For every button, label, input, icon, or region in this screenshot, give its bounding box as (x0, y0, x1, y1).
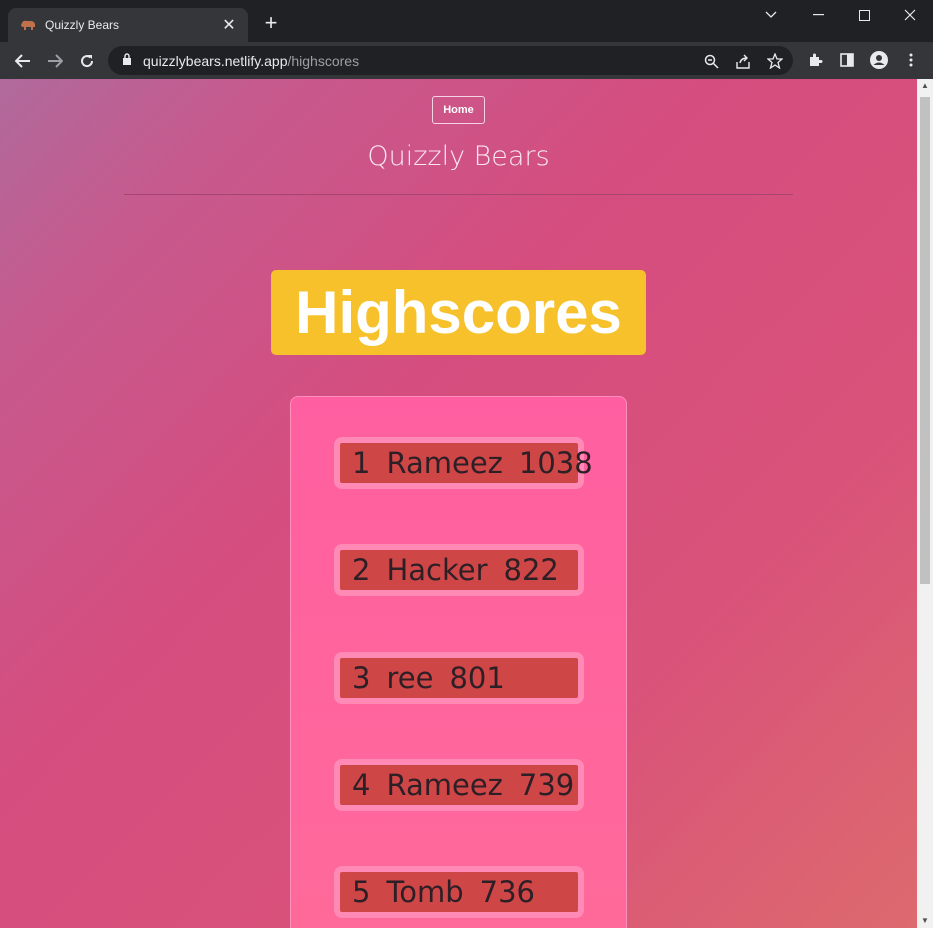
url-text[interactable]: quizzlybears.netlify.app/highscores (143, 53, 359, 69)
browser-toolbar: quizzlybears.netlify.app/highscores (0, 42, 933, 79)
score-name: Hacker (386, 553, 488, 587)
vertical-scrollbar[interactable]: ▲ ▼ (917, 79, 933, 928)
score-value: 736 (479, 875, 535, 909)
score-value: 739 (518, 768, 575, 802)
url-path: /highscores (287, 52, 360, 69)
close-window-icon[interactable] (887, 0, 933, 30)
scrollbar-thumb[interactable] (920, 97, 930, 584)
score-row: 2 Hacker 822 (334, 544, 584, 596)
score-name: Rameez (386, 446, 503, 480)
address-bar[interactable]: quizzlybears.netlify.app/highscores (108, 46, 793, 75)
score-rank: 4 (352, 768, 371, 802)
score-row: 4 Rameez 739 (334, 759, 584, 811)
score-name: Tomb (386, 875, 464, 909)
bear-icon (20, 17, 36, 33)
bookmark-star-icon[interactable] (764, 50, 786, 72)
tab-title: Quizzly Bears (45, 18, 120, 32)
tab-strip: Quizzly Bears ✕ + (0, 0, 933, 42)
site-title: Quizzly Bears (367, 141, 550, 172)
score-name: Rameez (386, 768, 503, 802)
side-panel-icon[interactable] (835, 48, 859, 72)
browser-menu-icon[interactable] (899, 48, 923, 72)
score-value: 801 (449, 661, 505, 695)
tab-search-icon[interactable] (748, 0, 794, 30)
score-rank: 5 (352, 875, 371, 909)
score-row: 1 Rameez 1038 (334, 437, 593, 489)
lock-icon[interactable] (122, 53, 134, 68)
highscores-banner: Highscores (271, 270, 646, 355)
scroll-up-icon[interactable]: ▲ (917, 79, 933, 93)
extensions-icon[interactable] (803, 48, 827, 72)
minimize-icon[interactable] (795, 0, 841, 30)
score-name: ree (386, 661, 434, 695)
score-value: 822 (503, 553, 559, 587)
url-host: quizzlybears.netlify.app (143, 52, 288, 69)
home-button[interactable]: Home (432, 96, 485, 124)
score-row: 3 ree 801 (334, 652, 584, 704)
close-tab-icon[interactable]: ✕ (220, 15, 238, 35)
new-tab-icon[interactable]: + (260, 12, 282, 34)
score-row: 5 Tomb 736 (334, 866, 584, 918)
back-icon[interactable] (10, 48, 36, 74)
page-viewport: Home Quizzly Bears Highscores 1 Rameez 103… (0, 79, 917, 928)
reload-icon[interactable] (74, 48, 100, 74)
browser-tab[interactable]: Quizzly Bears ✕ (8, 8, 248, 42)
header-divider (124, 194, 793, 195)
share-icon[interactable] (732, 50, 754, 72)
profile-avatar-icon[interactable] (867, 48, 891, 72)
score-rank: 3 (352, 661, 371, 695)
zoom-icon[interactable] (700, 50, 722, 72)
scroll-down-icon[interactable]: ▼ (917, 914, 933, 928)
forward-icon[interactable] (42, 48, 68, 74)
score-rank: 2 (352, 553, 371, 587)
highscore-board: 1 Rameez 1038 2 Hacker 822 3 ree 801 4 Rameez 73… (290, 396, 627, 928)
score-rank: 1 (352, 446, 371, 480)
score-value: 1038 (518, 446, 593, 480)
maximize-icon[interactable] (841, 0, 887, 30)
